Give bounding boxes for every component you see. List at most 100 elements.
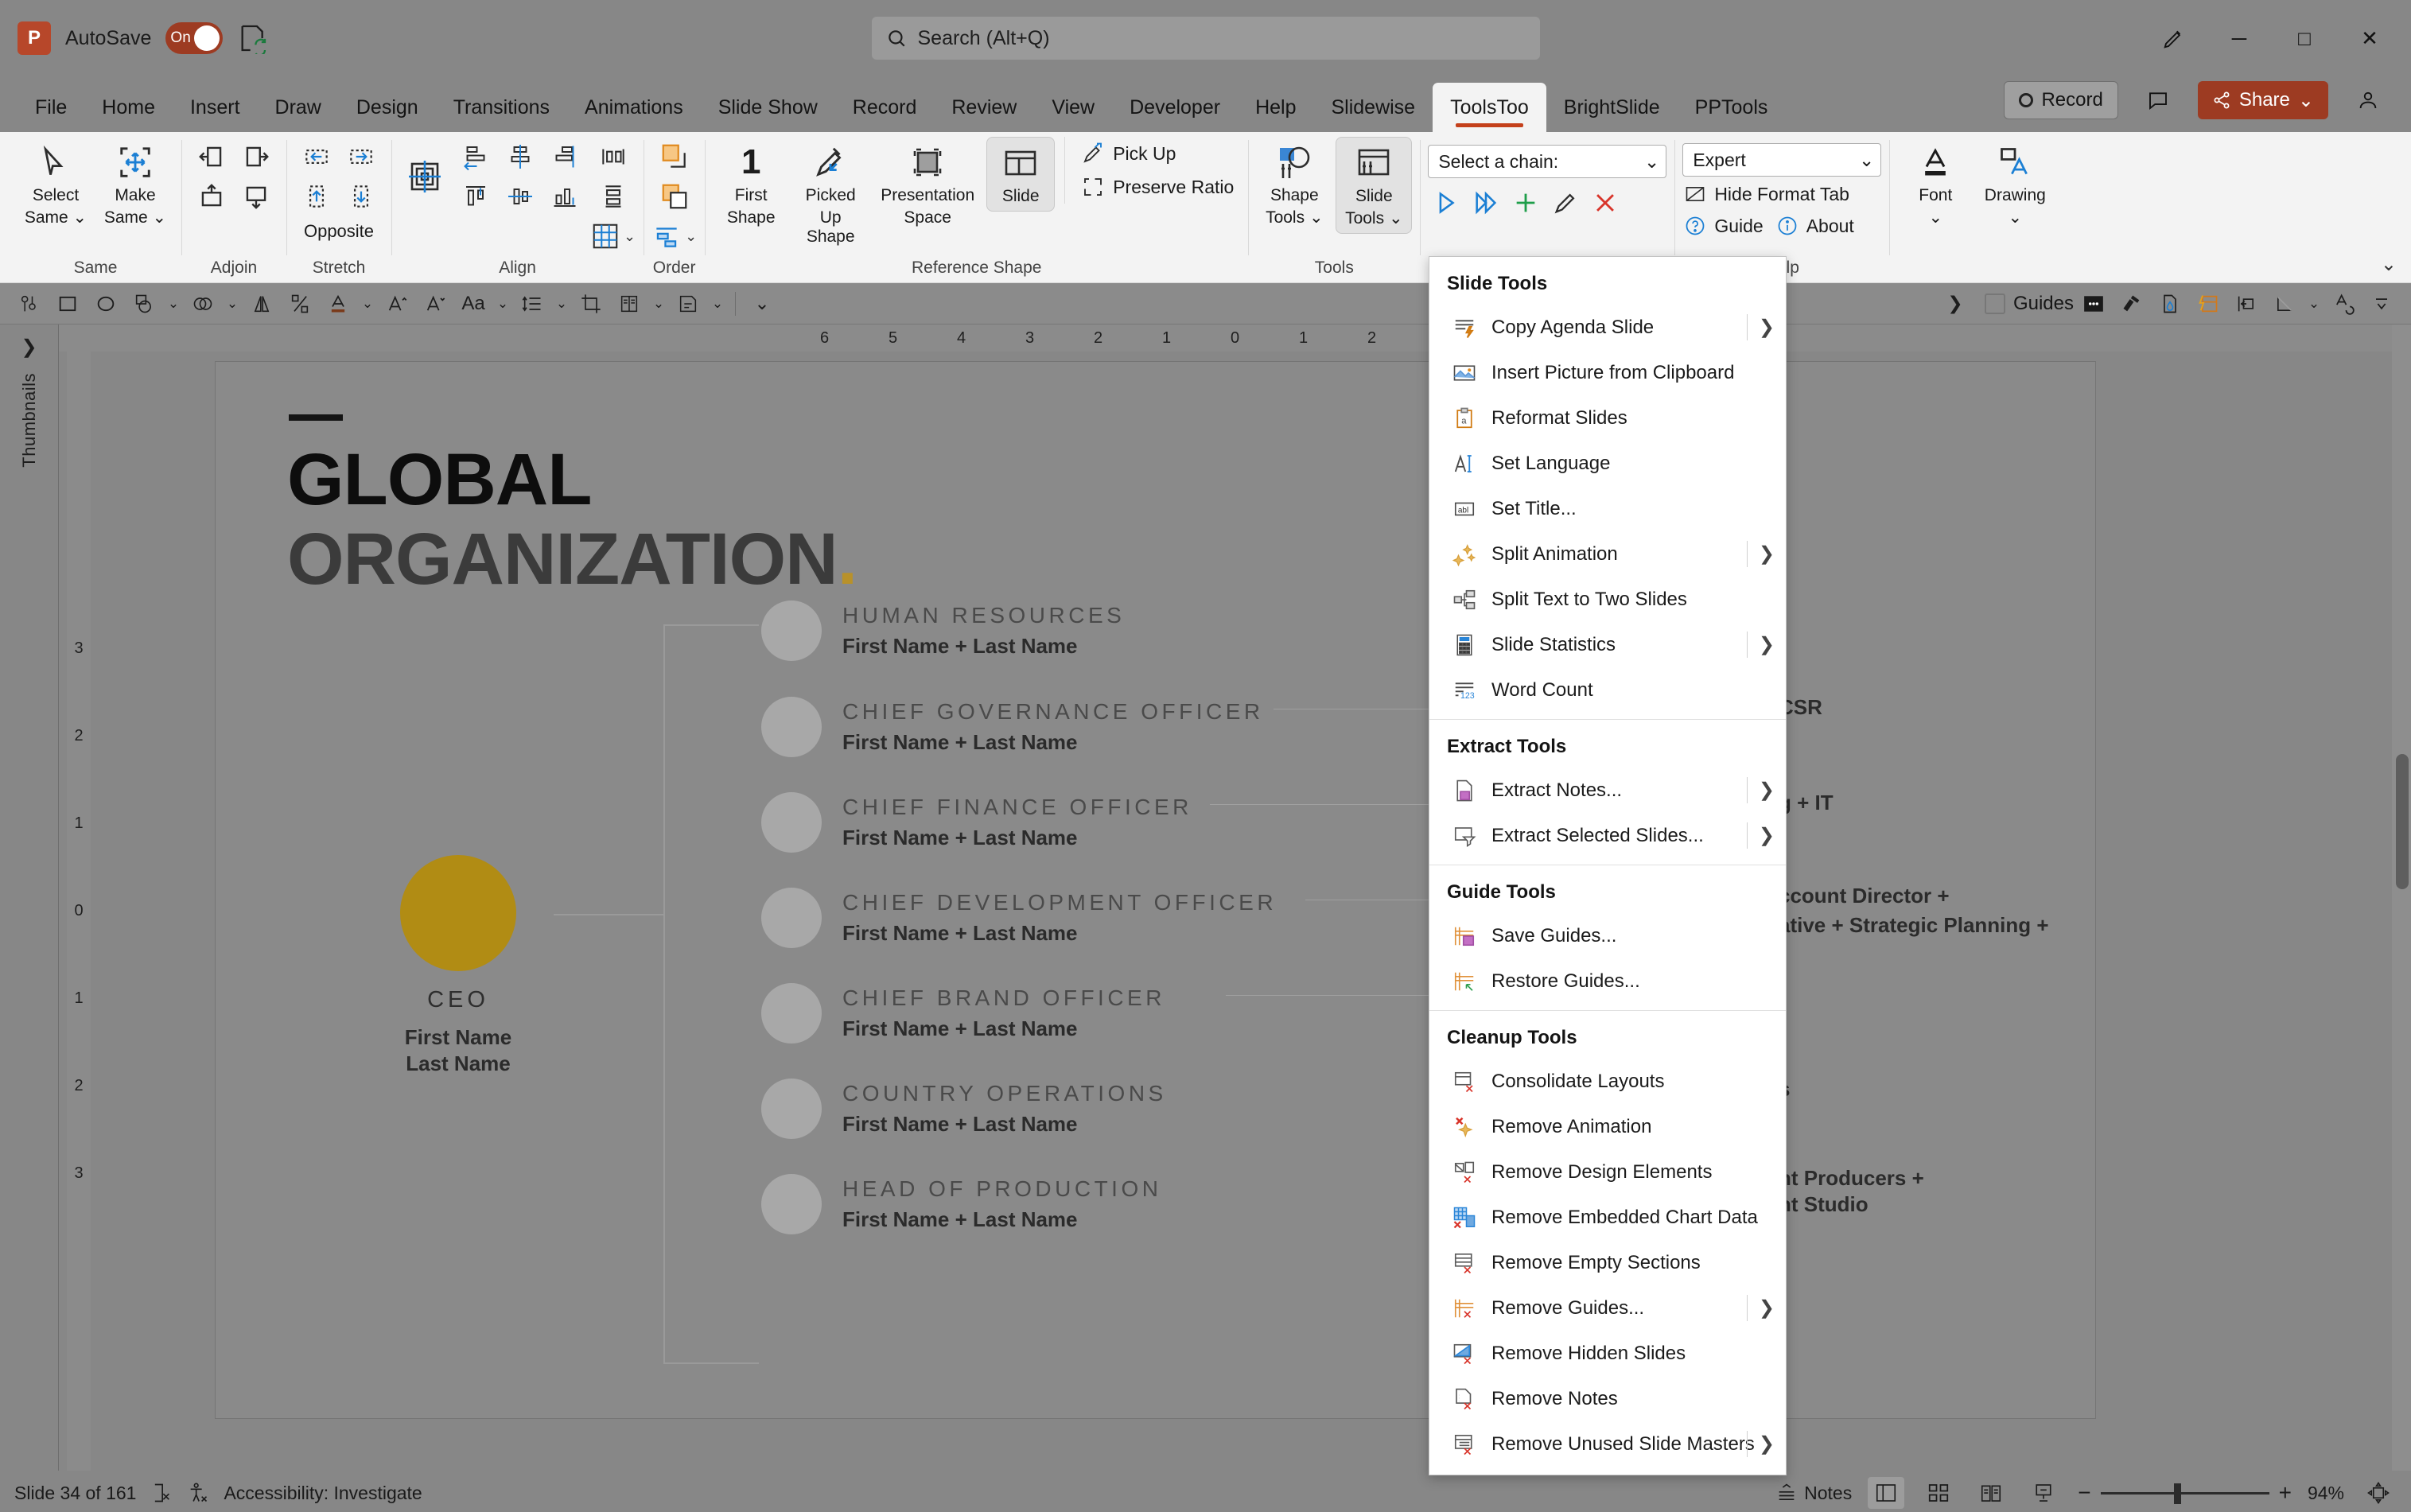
quick-format-icon[interactable] <box>2190 286 2226 321</box>
adjoin-right-icon[interactable] <box>234 137 278 177</box>
angle-chevron-icon[interactable]: ⌄ <box>2304 286 2324 321</box>
adjoin-left-icon[interactable] <box>189 137 234 177</box>
tab-design[interactable]: Design <box>339 83 436 132</box>
crop-icon[interactable] <box>573 286 609 321</box>
hide-format-tab-button[interactable]: Hide Format Tab <box>1682 180 1881 208</box>
stretch-up-icon[interactable] <box>294 177 339 216</box>
org-node-row[interactable]: CHIEF FINANCE OFFICER First Name + Last … <box>750 792 1192 853</box>
menu-item-consolidate-layouts[interactable]: Consolidate Layouts <box>1429 1059 1786 1104</box>
org-node-row[interactable]: CHIEF DEVELOPMENT OFFICER First Name + L… <box>750 888 1277 948</box>
zoom-in-button[interactable]: + <box>2279 1480 2292 1506</box>
tab-toolstoo[interactable]: ToolsToo <box>1433 83 1546 132</box>
make-same-button[interactable]: Make Same ⌄ <box>97 137 173 232</box>
black-screen-icon[interactable] <box>2075 286 2112 321</box>
grid-button[interactable]: ⌄ <box>590 216 636 256</box>
autosave-toggle[interactable]: On <box>165 22 224 54</box>
save-sync-icon[interactable] <box>237 22 269 54</box>
menu-item-remove-embedded-chart-data[interactable]: Remove Embedded Chart Data <box>1429 1195 1786 1240</box>
notes-button[interactable]: Notes <box>1775 1482 1852 1504</box>
close-button[interactable]: ✕ <box>2341 10 2398 67</box>
zoom-out-button[interactable]: − <box>2078 1480 2090 1506</box>
tab-slidewise[interactable]: Slidewise <box>1313 83 1433 132</box>
guide-button[interactable]: Guide <box>1682 212 1764 240</box>
menu-item-save-guides[interactable]: Save Guides... <box>1429 913 1786 958</box>
guides-checkbox-box[interactable] <box>1984 293 2005 314</box>
play-icon[interactable] <box>1433 189 1460 216</box>
presentation-space-button[interactable]: Presentation Space <box>872 137 983 232</box>
percent-size-icon[interactable] <box>282 286 318 321</box>
thumbnails-expand-icon[interactable]: ❯ <box>21 336 37 359</box>
chevron-right-icon[interactable]: ❯ <box>1759 824 1775 847</box>
menu-item-slide-statistics[interactable]: Slide Statistics ❯ <box>1429 622 1786 667</box>
menu-item-remove-hidden-slides[interactable]: Remove Hidden Slides <box>1429 1331 1786 1376</box>
guides-checkbox[interactable]: Guides <box>1975 293 2074 315</box>
menu-item-restore-guides[interactable]: Restore Guides... <box>1429 958 1786 1004</box>
spellcheck-error-icon[interactable] <box>150 1482 173 1504</box>
line-spacing-icon[interactable] <box>514 286 550 321</box>
ceo-node[interactable]: CEO First Name Last Name <box>363 855 554 1078</box>
menu-item-extract-selected-slides[interactable]: Extract Selected Slides... ❯ <box>1429 813 1786 858</box>
menu-item-insert-picture-from-clipboard[interactable]: Insert Picture from Clipboard <box>1429 350 1786 395</box>
rectangle-icon[interactable] <box>49 286 86 321</box>
menu-item-set-language[interactable]: Set Language <box>1429 441 1786 486</box>
record-button[interactable]: Record <box>2004 81 2118 119</box>
normal-view-icon[interactable] <box>1868 1477 1905 1509</box>
reading-view-icon[interactable] <box>1973 1477 2009 1509</box>
text-columns-icon[interactable] <box>611 286 647 321</box>
menu-item-remove-notes[interactable]: Remove Notes <box>1429 1376 1786 1421</box>
delete-x-icon[interactable] <box>1592 189 1619 216</box>
decrease-font-icon[interactable] <box>417 286 453 321</box>
scrollbar-thumb[interactable] <box>2396 754 2409 889</box>
about-button[interactable]: About <box>1775 212 1856 240</box>
vertical-scrollbar[interactable] <box>2392 325 2411 1471</box>
order-options-button[interactable]: ⌄ <box>651 216 697 256</box>
tab-view[interactable]: View <box>1034 83 1112 132</box>
file-drop-icon[interactable] <box>2152 286 2188 321</box>
change-case-icon[interactable]: Aa <box>455 286 492 321</box>
merge-shapes-icon[interactable] <box>185 286 221 321</box>
stretch-left-icon[interactable] <box>294 137 339 177</box>
slide-reference-button[interactable]: Slide <box>986 137 1056 212</box>
slide-sorter-icon[interactable] <box>1920 1477 1957 1509</box>
align-bottom-icon[interactable] <box>542 177 587 216</box>
align-center-target-icon[interactable] <box>399 137 450 216</box>
send-to-back-icon[interactable] <box>651 177 697 216</box>
tab-insert[interactable]: Insert <box>173 83 258 132</box>
play-all-icon[interactable] <box>1472 189 1499 216</box>
toolbar-more-icon[interactable]: ⌄ <box>744 286 780 321</box>
picked-up-shape-button[interactable]: Picked Up Shape <box>792 137 869 251</box>
search-input[interactable]: Search (Alt+Q) <box>871 17 1540 60</box>
tab-draw[interactable]: Draw <box>258 83 339 132</box>
chain-select[interactable]: Select a chain: ⌄ <box>1428 145 1667 178</box>
text-box-chevron-icon[interactable]: ⌄ <box>708 286 727 321</box>
tab-home[interactable]: Home <box>84 83 173 132</box>
fit-to-window-icon[interactable] <box>2360 1477 2397 1509</box>
tab-animations[interactable]: Animations <box>567 83 701 132</box>
org-node-row[interactable]: HUMAN RESOURCES First Name + Last Name <box>761 601 1125 661</box>
comment-icon[interactable] <box>2129 72 2187 129</box>
zoom-level[interactable]: 94% <box>2308 1483 2344 1504</box>
align-middle-icon[interactable] <box>498 137 542 177</box>
font-color-chevron-icon[interactable]: ⌄ <box>358 286 377 321</box>
menu-item-split-animation[interactable]: Split Animation ❯ <box>1429 531 1786 577</box>
line-spacing-chevron-icon[interactable]: ⌄ <box>552 286 571 321</box>
shape-tools-button[interactable]: Shape Tools ⌄ <box>1256 137 1332 232</box>
pick-up-button[interactable]: Pick Up <box>1075 137 1240 170</box>
adjoin-up-icon[interactable] <box>189 177 234 216</box>
account-icon[interactable] <box>2339 72 2397 129</box>
accessibility-label[interactable]: Accessibility: Investigate <box>224 1483 422 1504</box>
menu-item-extract-notes[interactable]: Extract Notes... ❯ <box>1429 768 1786 813</box>
drawing-button[interactable]: Drawing ⌄ <box>1977 137 2053 232</box>
pen-icon[interactable] <box>2145 10 2203 67</box>
tab-help[interactable]: Help <box>1238 83 1313 132</box>
hammer-icon[interactable] <box>2114 286 2150 321</box>
add-icon[interactable] <box>1512 189 1539 216</box>
distribute-horizontal-icon[interactable] <box>590 137 636 177</box>
maximize-button[interactable]: □ <box>2276 10 2333 67</box>
tab-brightslide[interactable]: BrightSlide <box>1546 83 1678 132</box>
share-button[interactable]: Share ⌄ <box>2197 81 2328 119</box>
slide-counter[interactable]: Slide 34 of 161 <box>14 1483 136 1504</box>
chevron-right-icon[interactable]: ❯ <box>1759 633 1775 656</box>
ellipse-icon[interactable] <box>87 286 124 321</box>
zoom-thumb[interactable] <box>2173 1483 2181 1504</box>
